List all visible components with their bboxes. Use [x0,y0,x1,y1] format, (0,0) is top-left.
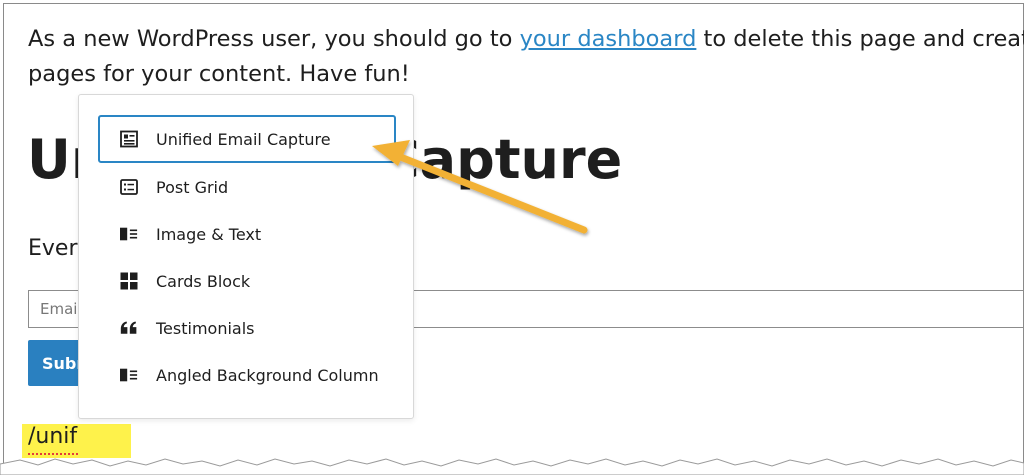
block-option-image-text[interactable]: Image & Text [98,210,396,258]
media-text-icon [120,225,138,243]
block-option-label: Angled Background Column [156,365,379,385]
block-option-testimonials[interactable]: Testimonials [98,304,396,352]
list-icon [120,178,138,196]
intro-text-line2: pages for your content. Have fun! [28,61,410,87]
dashboard-link[interactable]: your dashboard [520,26,697,52]
block-option-label: Post Grid [156,177,229,197]
block-option-post-grid[interactable]: Post Grid [98,163,396,211]
block-option-cards-block[interactable]: Cards Block [98,257,396,305]
torn-edge [0,458,1024,475]
slash-command-input[interactable]: /unif [28,424,77,449]
block-option-label: Testimonials [156,318,255,338]
heading-end: Capture [380,128,623,191]
contact-card-icon [120,130,138,148]
block-inserter-popover: Unified Email Capture Post Grid Image & … [78,94,414,419]
block-option-label: Unified Email Capture [156,129,331,149]
block-option-label: Image & Text [156,224,262,244]
block-option-label: Cards Block [156,271,251,291]
grid-icon [120,272,138,290]
block-option-unified-email-capture[interactable]: Unified Email Capture [98,115,396,163]
quote-icon [120,319,138,337]
intro-text-after: to delete this page and create [696,26,1024,52]
media-text-icon [120,366,138,384]
intro-paragraph[interactable]: As a new WordPress user, you should go t… [28,22,1024,92]
intro-text: As a new WordPress user, you should go t… [28,26,520,52]
block-option-angled-background-column[interactable]: Angled Background Column [98,351,396,399]
